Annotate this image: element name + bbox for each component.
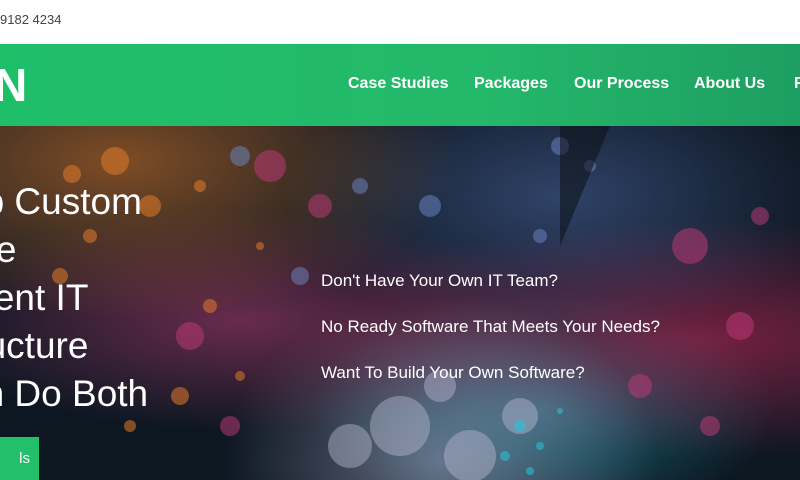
- hero-section: op Custom are ment IT tructure an Do Bot…: [0, 126, 800, 480]
- headline-line: an Do Both: [0, 373, 149, 414]
- cta-label: ls: [19, 450, 30, 467]
- headline-line: are: [0, 229, 17, 270]
- nav-item-truncated[interactable]: F: [794, 75, 800, 93]
- top-bar: 9182 4234: [0, 0, 800, 44]
- headline-line: ment IT: [0, 277, 89, 318]
- nav-our-process[interactable]: Our Process: [574, 75, 669, 93]
- hero-question: Don't Have Your Own IT Team?: [321, 271, 558, 290]
- headline-line: tructure: [0, 325, 89, 366]
- hero-question: Want To Build Your Own Software?: [321, 363, 585, 382]
- main-navbar: N Case Studies Packages Our Process Abou…: [0, 44, 800, 126]
- nav-case-studies[interactable]: Case Studies: [348, 75, 448, 93]
- logo[interactable]: N: [0, 60, 27, 110]
- phone-number[interactable]: 9182 4234: [0, 12, 61, 27]
- hero-cta-button[interactable]: ls: [0, 437, 39, 480]
- nav-packages[interactable]: Packages: [474, 75, 548, 93]
- nav-about-us[interactable]: About Us: [694, 75, 765, 93]
- hero-headline: op Custom are ment IT tructure an Do Bot…: [0, 178, 220, 418]
- hero-question: No Ready Software That Meets Your Needs?: [321, 317, 660, 336]
- headline-line: op Custom: [0, 181, 142, 222]
